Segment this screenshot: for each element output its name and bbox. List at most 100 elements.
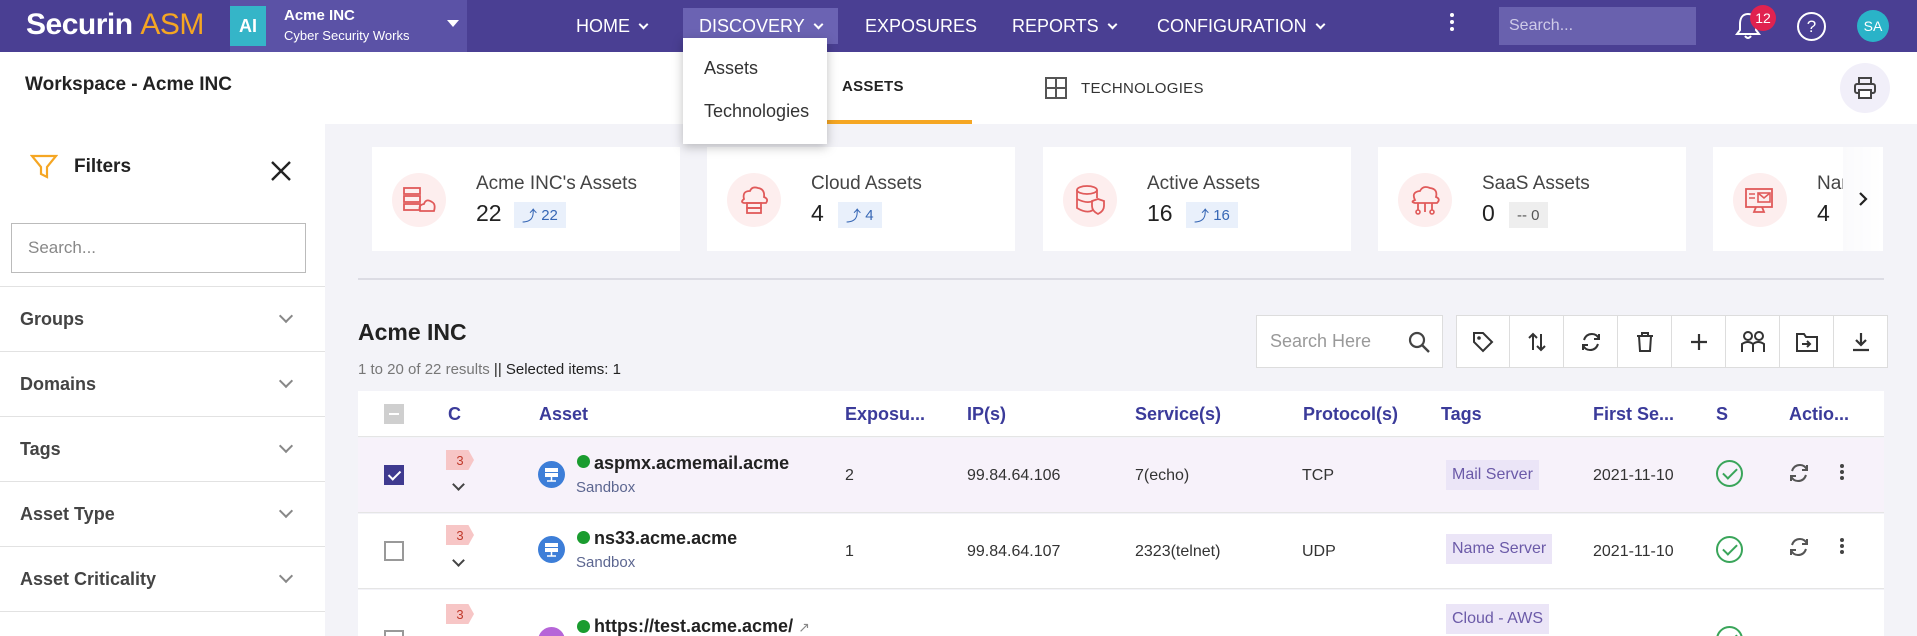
add-button[interactable] bbox=[1672, 315, 1726, 368]
facet-domains[interactable]: Domains bbox=[0, 351, 325, 416]
more-vert-icon[interactable] bbox=[1840, 462, 1844, 482]
chevron-down-icon bbox=[1315, 19, 1326, 29]
trash-icon bbox=[1636, 331, 1653, 352]
user-avatar[interactable]: SA bbox=[1857, 10, 1889, 42]
row-checkbox[interactable] bbox=[384, 630, 404, 636]
delete-button[interactable] bbox=[1618, 315, 1672, 368]
asset-environment: Sandbox bbox=[576, 554, 636, 571]
workspace-switcher[interactable]: AI Acme INC Cyber Security Works bbox=[230, 0, 467, 52]
tag-button[interactable] bbox=[1456, 315, 1510, 368]
column-header-first-seen[interactable]: First Se... bbox=[1593, 404, 1674, 425]
move-to-folder-button[interactable] bbox=[1780, 315, 1834, 368]
top-navbar: Securin ASM AI Acme INC Cyber Security W… bbox=[0, 0, 1917, 52]
column-header-asset[interactable]: Asset bbox=[539, 404, 588, 425]
global-search-input[interactable] bbox=[1499, 7, 1696, 45]
check-circle-icon bbox=[1716, 626, 1743, 636]
exposures-count[interactable]: 1 bbox=[845, 543, 854, 561]
tab-technologies[interactable]: TECHNOLOGIES bbox=[1045, 52, 1204, 124]
servers-cloud-icon bbox=[392, 173, 446, 227]
table-row[interactable]: 3 https://test.acme.acme/ ↗ Cloud - AWS bbox=[358, 590, 1884, 636]
column-header-protocols[interactable]: Protocol(s) bbox=[1303, 404, 1398, 425]
asset-tag[interactable]: Mail Server bbox=[1446, 460, 1539, 490]
refresh-button[interactable] bbox=[1564, 315, 1618, 368]
column-header-exposures[interactable]: Exposu... bbox=[845, 404, 925, 425]
table-title: Acme INC bbox=[358, 319, 467, 345]
database-shield-icon bbox=[1063, 173, 1117, 227]
online-status-dot bbox=[577, 455, 590, 468]
download-button[interactable] bbox=[1834, 315, 1888, 368]
row-checkbox[interactable] bbox=[384, 541, 404, 561]
expand-row-icon[interactable] bbox=[452, 554, 465, 567]
more-vert-icon[interactable] bbox=[1450, 10, 1454, 40]
exposures-count[interactable]: 2 bbox=[845, 467, 854, 485]
column-header-tags[interactable]: Tags bbox=[1441, 404, 1482, 425]
filters-header: Filters bbox=[30, 154, 131, 180]
more-vert-icon[interactable] bbox=[1840, 536, 1844, 556]
server-icon bbox=[538, 461, 565, 488]
globe-icon bbox=[538, 627, 565, 636]
securin-logo[interactable]: Securin ASM bbox=[26, 8, 204, 42]
assign-button[interactable] bbox=[1726, 315, 1780, 368]
asset-environment: Sandbox bbox=[576, 479, 636, 496]
rescan-icon[interactable] bbox=[1788, 536, 1810, 558]
expand-row-icon[interactable] bbox=[452, 478, 465, 491]
discovery-dropdown-menu: Assets Technologies bbox=[683, 38, 827, 144]
criticality-badge: 3 bbox=[446, 604, 474, 624]
first-seen-date: 2021-11-10 bbox=[1593, 543, 1674, 560]
rescan-icon[interactable] bbox=[1788, 462, 1810, 484]
cloud-network-icon bbox=[1398, 173, 1452, 227]
chevron-right-icon bbox=[1859, 192, 1868, 206]
swap-vertical-icon bbox=[1527, 332, 1546, 351]
caret-down-icon bbox=[447, 20, 459, 27]
nav-reports[interactable]: REPORTS bbox=[1012, 0, 1118, 52]
row-checkbox[interactable] bbox=[384, 465, 404, 485]
nav-configuration[interactable]: CONFIGURATION bbox=[1157, 0, 1326, 52]
stat-card-cloud-assets[interactable]: Cloud Assets 4 ⤴ 4 bbox=[707, 147, 1015, 251]
menu-item-technologies[interactable]: Technologies bbox=[704, 101, 809, 122]
asset-tag[interactable]: Cloud - AWS bbox=[1446, 604, 1549, 634]
table-header: C Asset Exposu... IP(s) Service(s) Proto… bbox=[358, 391, 1884, 437]
chevron-down-icon bbox=[278, 308, 294, 324]
stat-card-saas-assets[interactable]: SaaS Assets 0 -- 0 bbox=[1378, 147, 1686, 251]
table-row[interactable]: 3 ns33.acme.acme Sandbox 1 99.84.64.107 … bbox=[358, 514, 1884, 589]
asset-link[interactable]: aspmx.acmemail.acme bbox=[594, 453, 789, 474]
menu-item-assets[interactable]: Assets bbox=[704, 58, 758, 79]
cards-next-button[interactable] bbox=[1843, 147, 1883, 251]
asset-link[interactable]: ns33.acme.acme bbox=[594, 528, 737, 549]
facet-groups[interactable]: Groups bbox=[0, 286, 325, 351]
column-header-criticality[interactable]: C bbox=[448, 404, 461, 425]
filter-search-input[interactable] bbox=[11, 223, 306, 273]
chevron-down-icon bbox=[1107, 19, 1118, 29]
table-search-input[interactable]: Search Here bbox=[1256, 315, 1443, 368]
online-status-dot bbox=[577, 531, 590, 544]
column-header-ips[interactable]: IP(s) bbox=[967, 404, 1006, 425]
stat-card-name-servers[interactable]: Nar 4 bbox=[1713, 147, 1843, 251]
stat-card-all-assets[interactable]: Acme INC's Assets 22 ⤴ 22 bbox=[372, 147, 680, 251]
print-button[interactable] bbox=[1840, 63, 1890, 113]
chevron-down-icon bbox=[278, 373, 294, 389]
download-icon bbox=[1852, 332, 1869, 351]
facet-asset-type[interactable]: Asset Type bbox=[0, 481, 325, 546]
protocol: TCP bbox=[1302, 467, 1334, 484]
sort-button[interactable] bbox=[1510, 315, 1564, 368]
results-summary: 1 to 20 of 22 results || Selected items:… bbox=[358, 361, 621, 378]
close-icon[interactable] bbox=[270, 160, 292, 182]
asset-link[interactable]: https://test.acme.acme/ ↗ bbox=[594, 616, 810, 636]
facet-tags[interactable]: Tags bbox=[0, 416, 325, 481]
ip-address: 99.84.64.106 bbox=[967, 467, 1061, 484]
facet-asset-criticality[interactable]: Asset Criticality bbox=[0, 546, 325, 611]
column-header-status[interactable]: S bbox=[1716, 404, 1728, 425]
nav-exposures[interactable]: EXPOSURES bbox=[865, 0, 977, 52]
chevron-down-icon bbox=[278, 503, 294, 519]
trend-up-icon: ⤴ bbox=[1194, 207, 1210, 225]
ip-address: 99.84.64.107 bbox=[967, 543, 1061, 560]
online-status-dot bbox=[577, 620, 590, 633]
help-icon[interactable]: ? bbox=[1797, 12, 1826, 41]
stat-card-active-assets[interactable]: Active Assets 16 ⤴ 16 bbox=[1043, 147, 1351, 251]
select-all-checkbox[interactable] bbox=[384, 404, 404, 424]
table-row[interactable]: 3 aspmx.acmemail.acme Sandbox 2 99.84.64… bbox=[358, 438, 1884, 513]
notification-badge: 12 bbox=[1750, 5, 1776, 31]
column-header-services[interactable]: Service(s) bbox=[1135, 404, 1221, 425]
asset-tag[interactable]: Name Server bbox=[1446, 534, 1553, 564]
nav-home[interactable]: HOME bbox=[576, 0, 649, 52]
